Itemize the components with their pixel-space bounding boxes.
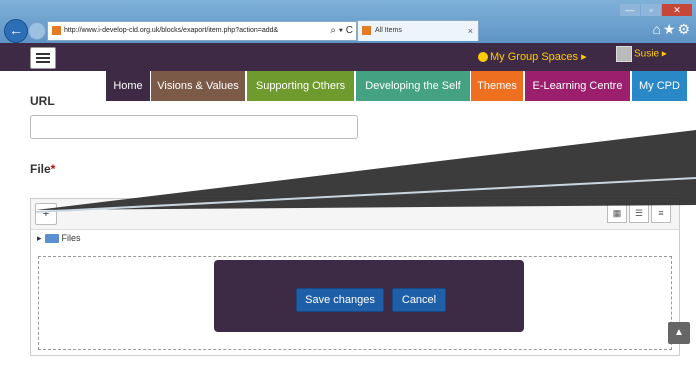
minimize-button[interactable]: —	[620, 4, 640, 16]
tab-close-icon[interactable]: ×	[468, 21, 473, 41]
tab-developing-the-self[interactable]: Developing the Self	[356, 71, 470, 101]
home-star-gear-icons[interactable]: ⌂★⚙	[652, 21, 692, 38]
tab-home[interactable]: Home	[106, 71, 150, 101]
action-bar: Save changes Cancel	[214, 260, 524, 332]
folder-icon	[44, 234, 59, 244]
menu-button[interactable]	[30, 47, 56, 69]
forward-button[interactable]	[28, 22, 46, 40]
add-file-button[interactable]: +	[35, 203, 57, 225]
url-label: URL	[30, 94, 55, 108]
tab-visions-values[interactable]: Visions & Values	[151, 71, 245, 101]
add-file-icon: +	[42, 208, 50, 220]
address-icons[interactable]: ⌕ ▾ C	[330, 22, 353, 40]
view-buttons: ▦ ☰ ≡	[605, 203, 671, 223]
tab-title: All Items	[375, 27, 402, 34]
close-window-button[interactable]: ✕	[662, 4, 692, 16]
list-view-button[interactable]: ☰	[629, 203, 649, 223]
tab-my-cpd[interactable]: My CPD	[632, 71, 687, 101]
cancel-button[interactable]: Cancel	[392, 288, 446, 312]
files-path-label: Files	[61, 233, 81, 243]
save-changes-button[interactable]: Save changes	[296, 288, 384, 312]
user-menu[interactable]: Susie ▸	[616, 46, 667, 62]
maximize-button[interactable]: ▫	[641, 4, 661, 16]
group-people-icon	[478, 52, 488, 63]
required-marker: *	[50, 162, 56, 176]
user-name: Susie ▸	[634, 48, 667, 60]
group-spaces-link[interactable]: My Group Spaces ▸	[478, 50, 587, 63]
address-text: http://www.i-develop-cld.org.uk/blocks/e…	[64, 27, 279, 34]
address-bar[interactable]: http://www.i-develop-cld.org.uk/blocks/e…	[47, 21, 357, 41]
browser-tab[interactable]: All Items ×	[357, 20, 479, 41]
file-picker-toolbar: + ▦ ☰ ≡	[31, 199, 679, 230]
window-controls: — ▫ ✕	[619, 2, 692, 16]
tab-supporting-others[interactable]: Supporting Others	[247, 71, 354, 101]
tab-themes[interactable]: Themes	[471, 71, 523, 101]
icon-view-button[interactable]: ▦	[607, 203, 627, 223]
group-spaces-label: My Group Spaces ▸	[490, 51, 587, 63]
expand-arrow-icon: ▸	[37, 233, 42, 243]
files-path[interactable]: ▸ Files	[37, 233, 81, 244]
back-button[interactable]: ←	[4, 19, 28, 43]
site-header	[0, 43, 696, 71]
tab-e-learning-centre[interactable]: E-Learning Centre	[525, 71, 630, 101]
file-label: File*	[30, 162, 56, 176]
avatar	[616, 46, 632, 62]
tab-favicon-icon	[362, 25, 371, 35]
hamburger-icon	[36, 53, 50, 55]
back-arrow-icon: ←	[9, 22, 23, 38]
browser-chrome: ← http://www.i-develop-cld.org.uk/blocks…	[0, 0, 696, 43]
scroll-top-button[interactable]: ▲	[668, 322, 690, 344]
url-input[interactable]	[30, 115, 358, 139]
favicon-icon	[52, 25, 61, 35]
tree-view-button[interactable]: ≡	[651, 203, 671, 223]
